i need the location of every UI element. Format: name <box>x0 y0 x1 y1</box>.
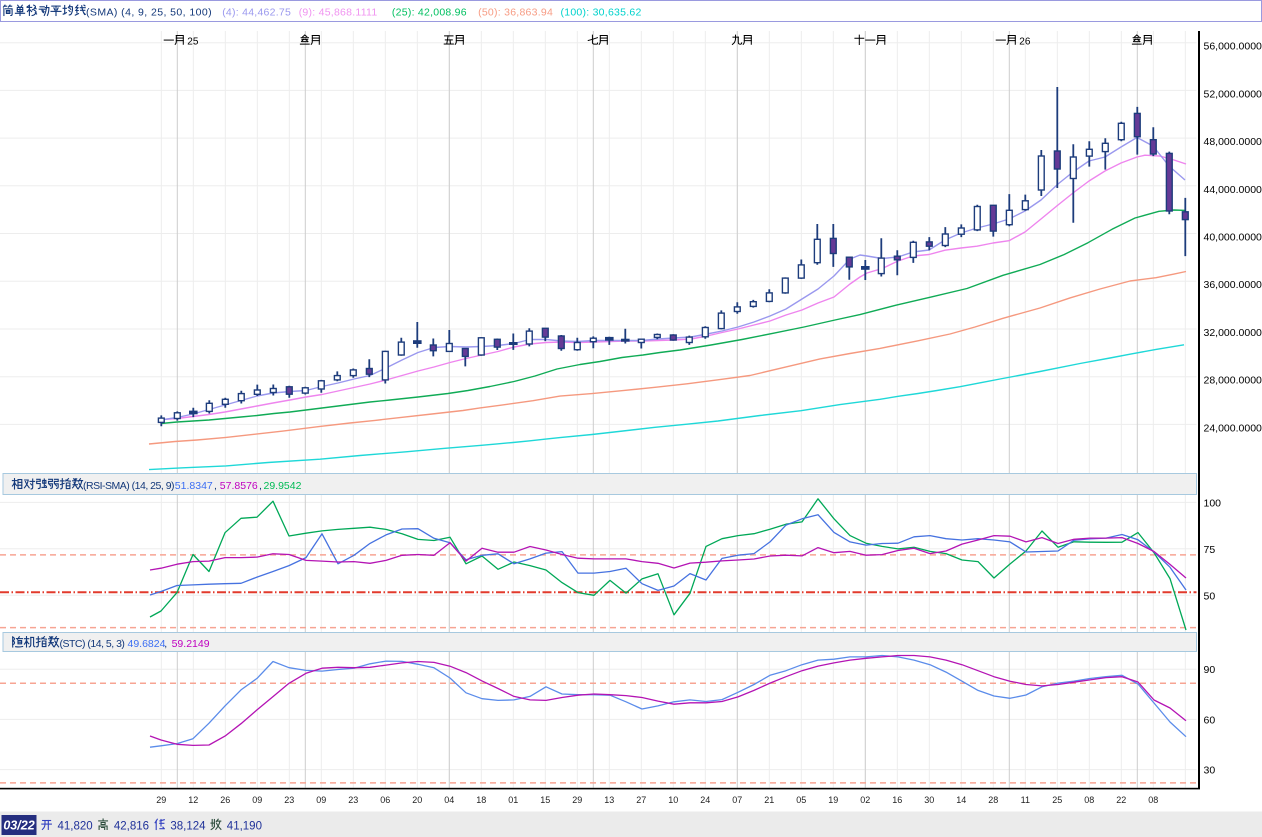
svg-text:25: 25 <box>1052 795 1062 805</box>
svg-text:60: 60 <box>1204 714 1216 726</box>
svg-text:24,000.0000: 24,000.0000 <box>1204 422 1262 434</box>
svg-text:50: 50 <box>1204 590 1216 602</box>
svg-text:(STC) (14, 5, 3): (STC) (14, 5, 3) <box>60 638 125 650</box>
svg-text:04: 04 <box>444 795 454 805</box>
svg-text:27: 27 <box>636 795 646 805</box>
svg-text:,: , <box>259 480 262 492</box>
svg-text:56,000.0000: 56,000.0000 <box>1204 41 1262 53</box>
svg-text:38,124: 38,124 <box>170 821 206 833</box>
svg-text:44,000.0000: 44,000.0000 <box>1204 184 1262 196</box>
svg-text:09: 09 <box>252 795 262 805</box>
svg-text:19: 19 <box>828 795 838 805</box>
svg-text:32,000.0000: 32,000.0000 <box>1204 327 1262 339</box>
svg-text:41,820: 41,820 <box>58 821 93 833</box>
svg-text:09: 09 <box>316 795 326 805</box>
svg-text:08: 08 <box>1148 795 1158 805</box>
svg-text:20: 20 <box>412 795 422 805</box>
svg-text:48,000.0000: 48,000.0000 <box>1204 136 1262 148</box>
svg-text:(50): 36,863.94: (50): 36,863.94 <box>478 7 553 19</box>
svg-text:(9): 45,868.1111: (9): 45,868.1111 <box>299 7 378 19</box>
svg-text:08: 08 <box>1084 795 1094 805</box>
svg-text:42,816: 42,816 <box>114 821 149 833</box>
svg-text:24: 24 <box>700 795 710 805</box>
svg-text:03/22: 03/22 <box>3 819 34 833</box>
svg-text:23: 23 <box>284 795 294 805</box>
svg-text:36,000.0000: 36,000.0000 <box>1204 279 1262 291</box>
svg-text:12: 12 <box>188 795 198 805</box>
svg-text:(SMA) (4, 9, 25, 50, 100): (SMA) (4, 9, 25, 50, 100) <box>86 7 212 19</box>
svg-text:30: 30 <box>1204 765 1216 777</box>
svg-text:90: 90 <box>1204 664 1216 676</box>
svg-text:23: 23 <box>348 795 358 805</box>
svg-text:57.8576: 57.8576 <box>220 480 258 492</box>
svg-text:,: , <box>214 480 217 492</box>
svg-text:16: 16 <box>892 795 902 805</box>
svg-text:,: , <box>164 638 167 650</box>
svg-text:100: 100 <box>1204 497 1222 509</box>
svg-text:29: 29 <box>572 795 582 805</box>
svg-text:(100): 30,635.62: (100): 30,635.62 <box>561 7 642 19</box>
svg-text:(4): 44,462.75: (4): 44,462.75 <box>222 7 291 19</box>
svg-text:29: 29 <box>156 795 166 805</box>
svg-text:06: 06 <box>380 795 390 805</box>
svg-text:59.2149: 59.2149 <box>172 638 210 650</box>
svg-text:40,000.0000: 40,000.0000 <box>1204 232 1262 244</box>
svg-text:11: 11 <box>1021 795 1030 805</box>
svg-text:26: 26 <box>220 795 230 805</box>
svg-text:28,000.0000: 28,000.0000 <box>1204 375 1262 387</box>
svg-text:51.8347: 51.8347 <box>175 480 213 492</box>
svg-text:75: 75 <box>1204 544 1216 556</box>
svg-text:(RSI-SMA) (14, 25, 9): (RSI-SMA) (14, 25, 9) <box>83 480 174 492</box>
svg-text:07: 07 <box>732 795 742 805</box>
svg-text:41,190: 41,190 <box>227 821 262 833</box>
svg-text:13: 13 <box>604 795 614 805</box>
svg-text:(25): 42,008.96: (25): 42,008.96 <box>392 7 467 19</box>
svg-text:49.6824: 49.6824 <box>128 638 166 650</box>
svg-text:14: 14 <box>956 795 966 805</box>
svg-text:52,000.0000: 52,000.0000 <box>1204 88 1262 100</box>
svg-text:02: 02 <box>860 795 870 805</box>
svg-text:22: 22 <box>1116 795 1126 805</box>
svg-text:28: 28 <box>988 795 998 805</box>
svg-text:01: 01 <box>508 795 518 805</box>
svg-text:18: 18 <box>476 795 486 805</box>
svg-text:10: 10 <box>668 795 678 805</box>
svg-text:26: 26 <box>1019 37 1031 48</box>
svg-text:15: 15 <box>540 795 550 805</box>
svg-text:25: 25 <box>187 37 199 48</box>
svg-text:21: 21 <box>764 795 774 805</box>
svg-text:30: 30 <box>924 795 934 805</box>
svg-text:05: 05 <box>796 795 806 805</box>
svg-text:29.9542: 29.9542 <box>264 480 302 492</box>
